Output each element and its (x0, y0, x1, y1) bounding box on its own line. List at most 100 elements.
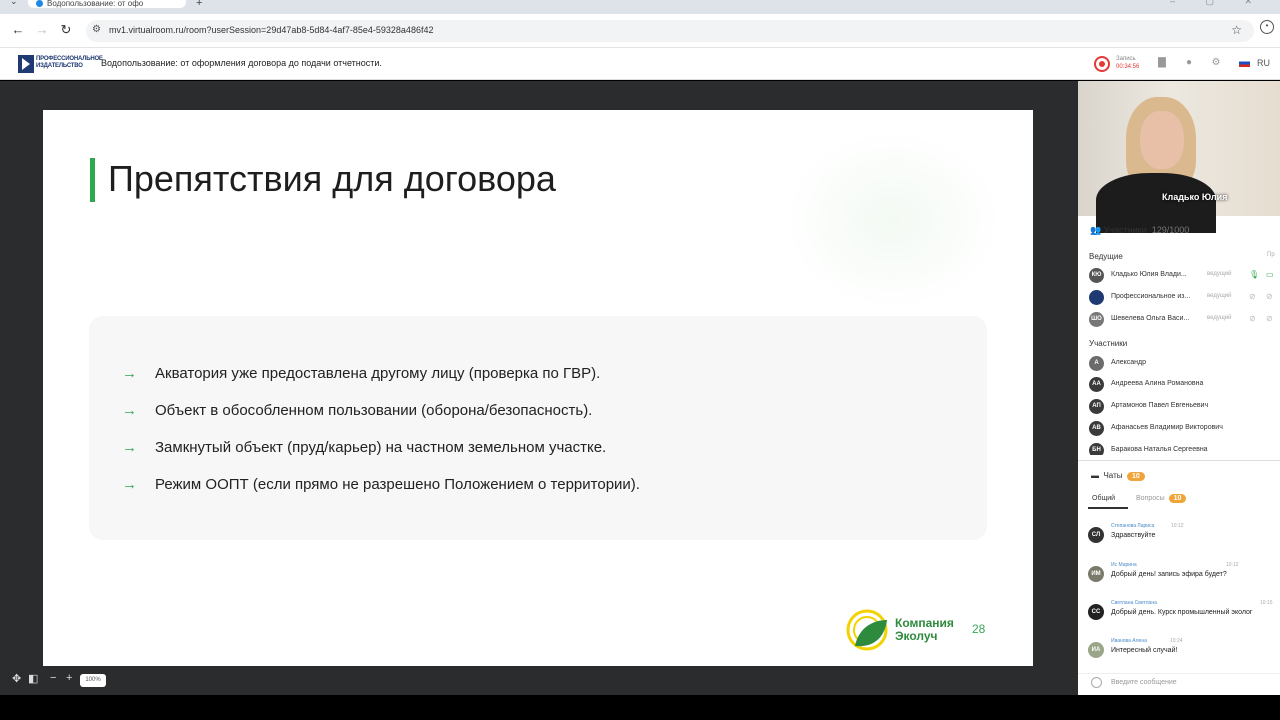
bullet-item: → Объект в обособленном пользовании (обор… (122, 402, 593, 419)
avatar: КЮ (1089, 268, 1104, 283)
bookmark-star-icon[interactable]: ☆ (1231, 23, 1242, 37)
browser-tab[interactable]: Водопользование: от офо (28, 0, 186, 8)
chat-message: СС Светлана Светлана 10:15 Добрый день. Кур… (1088, 600, 1280, 624)
hosts-section-label: Ведущие (1089, 252, 1123, 261)
new-tab-button[interactable]: + (196, 0, 202, 9)
bullet-card (89, 316, 987, 540)
host-row[interactable]: КЮ Кладько Юлия Влади... ведущий 🎙 ▭ (1089, 268, 1280, 284)
members-section-label: Участники (1089, 339, 1128, 348)
host-name: Профессиональное из... (1111, 293, 1191, 300)
host-name: Кладько Юлия Влади... (1111, 271, 1187, 278)
window-controls[interactable]: – ▢ ✕ (1170, 0, 1266, 7)
participants-header[interactable]: 👥 Участники 129/1000 (1090, 225, 1189, 236)
avatar: СС (1088, 604, 1104, 620)
message-time: 10:12 (1226, 562, 1239, 568)
chat-input-bar (1078, 673, 1280, 693)
chat-message: ИМ Ис Марина 10:12 Добрый день! запись эфир… (1088, 562, 1280, 586)
avatar: АА (1089, 377, 1104, 392)
bullet-item: → Режим ООПТ (если прямо не разрешено Пол… (122, 476, 640, 493)
camera-on-icon: ▭ (1266, 270, 1274, 279)
zoom-in-button[interactable]: + (66, 672, 72, 684)
record-label: Запись (1116, 56, 1136, 62)
forward-icon[interactable]: → (34, 22, 50, 37)
tab-title: Водопользование: от офо (47, 0, 144, 8)
company-logo-icon (846, 609, 888, 651)
message-author: Ис Марина (1111, 562, 1137, 568)
host-role: ведущий (1207, 315, 1232, 321)
mic-off-icon: ⊘ (1249, 314, 1256, 323)
browser-tab-strip (0, 0, 1280, 14)
language-selector[interactable]: RU (1257, 58, 1270, 68)
chat-tab[interactable]: ▬ Чаты 10 (1091, 471, 1145, 481)
record-icon (1094, 56, 1110, 72)
avatar: СЛ (1088, 527, 1104, 543)
room-title: Водопользование: от оформления договора … (101, 58, 382, 68)
settings-gear-icon[interactable]: ⚙ (1209, 57, 1223, 71)
chat-message: СЛ Степанова Лариса 10:12 Здравствуйте (1088, 523, 1280, 547)
member-name: Артамонов Павел Евгеньевич (1111, 402, 1209, 409)
bullet-item: → Акватория уже предоставлена другому лиц… (122, 365, 601, 382)
message-author: Степанова Лариса (1111, 523, 1155, 529)
avatar (1089, 290, 1104, 305)
host-row[interactable]: ШО Шевелева Ольга Васи... ведущий ⊘ ⊘ (1089, 312, 1280, 328)
zoom-level[interactable]: 100% (80, 674, 106, 687)
publisher-logo[interactable]: ПРОФЕССИОНАЛЬНОЕ ИЗДАТЕЛЬСТВО (18, 55, 103, 73)
zoom-out-button[interactable]: − (50, 672, 56, 684)
record-time: 00:34:56 (1116, 64, 1140, 70)
active-tab-underline (1088, 507, 1128, 509)
host-role: ведущий (1207, 293, 1232, 299)
member-row[interactable]: АА Андреева Алина Романовна (1089, 377, 1280, 393)
folder-icon[interactable]: ▇ (1155, 57, 1169, 71)
member-name: Афанасьев Владимир Викторович (1111, 424, 1223, 431)
member-row[interactable]: АВ Афанасьев Владимир Викторович (1089, 421, 1280, 437)
message-time: 10:24 (1170, 638, 1183, 644)
host-role: ведущий (1207, 271, 1232, 277)
message-time: 10:15 (1260, 600, 1273, 606)
arrow-icon: → (122, 476, 137, 493)
member-row[interactable]: БН Баракова Наталья Сергеевна (1089, 443, 1280, 455)
questions-badge: 10 (1168, 494, 1187, 503)
info-icon[interactable]: ● (1182, 57, 1196, 71)
address-bar[interactable]: ⚙ mv1.virtualroom.ru/room?userSession=29… (86, 20, 1254, 42)
message-text: Здравствуйте (1111, 532, 1156, 539)
reload-icon[interactable]: ↻ (58, 22, 74, 38)
tab-general[interactable]: Общий (1092, 495, 1115, 502)
host-name: Шевелева Ольга Васи... (1111, 315, 1190, 322)
mic-off-icon: ⊘ (1249, 292, 1256, 301)
favicon-icon (36, 0, 43, 8)
message-time: 10:12 (1171, 523, 1184, 529)
back-icon[interactable]: ← (10, 22, 26, 37)
tab-search-icon[interactable]: ⌄ (10, 0, 18, 7)
chat-input[interactable]: Введите сообщение (1111, 679, 1177, 686)
member-name: Баракова Наталья Сергеевна (1111, 446, 1208, 453)
avatar: АВ (1089, 421, 1104, 436)
message-text: Интересный случай! (1111, 647, 1178, 654)
member-row[interactable]: А Александр (1089, 356, 1280, 372)
message-text: Добрый день! запись эфира будет? (1111, 571, 1227, 578)
bullet-item: → Замкнутый объект (пруд/карьер) на частн… (122, 439, 607, 456)
slide-title: Препятствия для договора (108, 158, 556, 199)
profile-icon[interactable]: • (1260, 20, 1274, 34)
title-accent-bar (90, 158, 95, 202)
member-row[interactable]: АП Артамонов Павел Евгеньевич (1089, 399, 1280, 415)
emoji-icon[interactable] (1091, 677, 1102, 688)
message-text: Добрый день. Курск промышленный эколог (1111, 609, 1253, 616)
speaker-name: Кладько Юлия (1162, 192, 1228, 202)
move-icon[interactable]: ✥ (12, 672, 21, 685)
avatar: АП (1089, 399, 1104, 414)
fit-icon[interactable]: ◧ (28, 672, 38, 685)
avatar: БН (1089, 443, 1104, 455)
russia-flag-icon[interactable] (1239, 59, 1250, 67)
screen-bottom-bar (0, 695, 1280, 720)
browser-toolbar: ← → ↻ ⚙ mv1.virtualroom.ru/room?userSess… (0, 14, 1280, 48)
host-row[interactable]: Профессиональное из... ведущий ⊘ ⊘ (1089, 290, 1280, 306)
arrow-icon: → (122, 402, 137, 419)
camera-off-icon: ⊘ (1266, 292, 1273, 301)
company-name: Компания Эколуч (895, 616, 954, 643)
chat-message: ИА Иванова Алена 10:24 Интересный случай! (1088, 638, 1280, 662)
site-info-icon[interactable]: ⚙ (92, 24, 101, 35)
tab-questions[interactable]: Вопросы 10 (1136, 494, 1187, 503)
rights-column-label: Пр (1267, 252, 1275, 258)
avatar: ИА (1088, 642, 1104, 658)
chat-icon: ▬ (1091, 471, 1102, 480)
